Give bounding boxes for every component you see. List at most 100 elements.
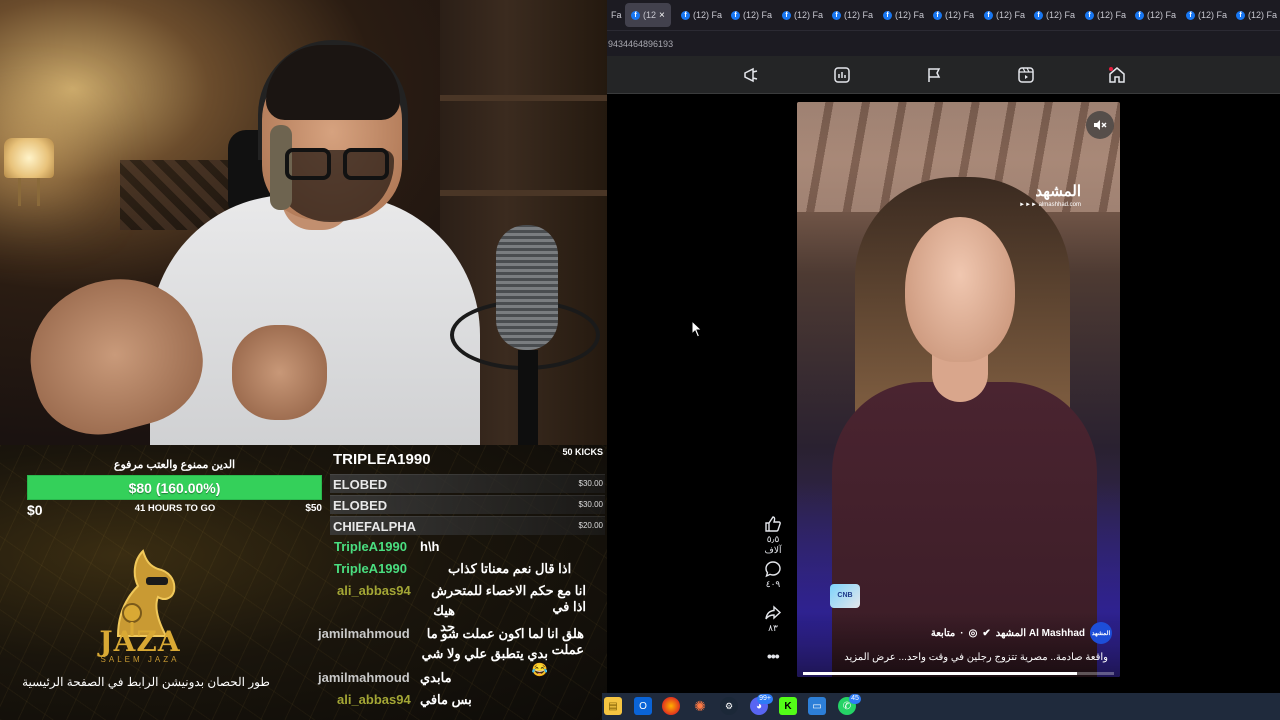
- tab[interactable]: f (12) Fa: [1182, 3, 1227, 27]
- shelf-board: [440, 190, 607, 196]
- tab-label: (12) Fa: [1198, 10, 1228, 20]
- leaderboard-row: ELOBED $30.00: [330, 474, 605, 493]
- chat-text: اذا قال نعم معناتا كذاب: [448, 561, 572, 576]
- facebook-icon: f: [1236, 10, 1245, 20]
- share-action[interactable]: ٨٣: [757, 604, 789, 634]
- outlook-icon[interactable]: O: [634, 697, 652, 715]
- leaderboard-top-donor: TRIPLEA1990 50 KICKS: [330, 445, 605, 473]
- whatsapp-notification-badge: 45: [849, 694, 861, 704]
- reel-bottom-gradient: [797, 612, 1120, 677]
- address-text: 9434464896193: [608, 39, 674, 49]
- megaphone-icon[interactable]: [742, 66, 760, 84]
- almashhad-logo: المشهد: [1035, 183, 1081, 200]
- flag-icon[interactable]: [925, 66, 943, 84]
- browser-window: Fa f (12 × f (12) Fa f (12) Fa f (12) Fa f(…: [607, 0, 1280, 693]
- donation-promo-text: طور الحصان بدونيشن الرابط في الصفحة الرئ…: [22, 675, 270, 689]
- leaderboard-row: CHIEFALPHA $20.00: [330, 516, 605, 535]
- chat-username: ali_abbas94: [337, 583, 411, 598]
- reel-video-player[interactable]: المشهد ►►► almashhad.com CNB المشهد Al M…: [797, 102, 1120, 677]
- page-name[interactable]: Al Mashhad المشهد: [996, 628, 1085, 639]
- donor-amount: $20.00: [578, 521, 603, 530]
- tab[interactable]: f (12) Fa: [828, 3, 873, 27]
- donor-name: CHIEFALPHA: [333, 519, 417, 534]
- tab-label: (12) Fa: [693, 10, 723, 20]
- presenter-face: [905, 217, 1015, 362]
- tab[interactable]: f (12) Fa: [1232, 3, 1277, 27]
- address-bar[interactable]: 9434464896193: [607, 30, 1280, 56]
- tab-bar: Fa f (12 × f (12) Fa f (12) Fa f (12) Fa f(…: [607, 0, 1280, 30]
- chat-username: TripleA1990: [334, 561, 407, 576]
- facebook-icon: f: [1135, 10, 1144, 20]
- donor-name: ELOBED: [333, 498, 388, 513]
- stream-overlay-panel: الدين ممنوع والعتب مرفوع $80 (160.00%) $…: [0, 445, 607, 720]
- kick-icon[interactable]: K: [779, 697, 797, 715]
- chat-username: ali_abbas94: [337, 692, 411, 707]
- donation-goal-bar: $80 (160.00%): [27, 475, 322, 500]
- page-avatar[interactable]: المشهد: [1090, 622, 1112, 644]
- steam-icon[interactable]: ⚙: [720, 697, 738, 715]
- donor-amount: $30.00: [578, 479, 603, 488]
- discord-icon[interactable]: ◕ 99+: [750, 694, 773, 715]
- facebook-icon: f: [1085, 10, 1094, 20]
- tab[interactable]: f (12) Fa: [677, 3, 722, 27]
- tab[interactable]: f (12) Fa: [778, 3, 823, 27]
- comment-action[interactable]: ٤٠٩: [757, 560, 789, 590]
- tab-label: (12) Fa: [1248, 10, 1278, 20]
- chat-username: jamilmahmoud: [318, 626, 410, 641]
- top-donor-name: TRIPLEA1990: [333, 451, 431, 468]
- mouse-cursor-icon: [691, 320, 703, 338]
- reel-caption[interactable]: واقعة صادمة.. مصرية تتزوج رجلين في وقت و…: [808, 652, 1108, 663]
- follow-button[interactable]: متابعة: [931, 628, 955, 639]
- chat-text: مابدي: [420, 670, 452, 685]
- logo-wordmark: JAZA: [99, 625, 181, 658]
- tab-label: (12: [643, 10, 657, 20]
- separator-dot: ·: [960, 627, 964, 639]
- tab[interactable]: f (12) Fa: [727, 3, 772, 27]
- tab[interactable]: f (12) Fa: [1131, 3, 1176, 27]
- shelf-board: [440, 95, 607, 101]
- donation-goal-title: الدين ممنوع والعتب مرفوع: [113, 459, 236, 471]
- top-donor-amount: 50 KICKS: [562, 447, 603, 457]
- comment-icon: [765, 561, 781, 578]
- muted-speaker-icon: [1094, 120, 1107, 130]
- tab[interactable]: f (12) Fa: [929, 3, 974, 27]
- home-icon[interactable]: [1108, 66, 1126, 84]
- almashhad-url: ►►► almashhad.com: [1019, 202, 1081, 208]
- tab-label: (12) Fa: [996, 10, 1026, 20]
- tab[interactable]: Fa: [607, 3, 622, 27]
- facebook-icon: f: [631, 10, 640, 20]
- tab-label: (12) Fa: [1097, 10, 1127, 20]
- tab-label: (12) Fa: [895, 10, 925, 20]
- reels-icon[interactable]: [1017, 66, 1035, 84]
- shares-count: ٨٣: [768, 623, 778, 633]
- tab-label: Fa: [611, 10, 622, 20]
- lamp-stand: [18, 178, 40, 206]
- mic-arm: [518, 350, 538, 445]
- tab[interactable]: f (12) Fa: [980, 3, 1025, 27]
- mute-button[interactable]: [1086, 111, 1114, 139]
- chat-text: h\h: [420, 539, 440, 554]
- tab-active[interactable]: f (12 ×: [625, 3, 671, 27]
- more-options-icon[interactable]: •••: [767, 648, 780, 664]
- video-progress-bar[interactable]: [803, 672, 1114, 675]
- like-action[interactable]: ٥٫٥ آلاف: [757, 515, 789, 556]
- facebook-icon: f: [984, 10, 993, 20]
- tab-label: (12) Fa: [743, 10, 773, 20]
- window-icon[interactable]: ▭: [808, 697, 826, 715]
- sparkle-app-icon[interactable]: ✺: [691, 697, 709, 715]
- dashboard-icon[interactable]: [833, 66, 851, 84]
- streamer-torso: [150, 195, 480, 445]
- tab[interactable]: f (12) Fa: [879, 3, 924, 27]
- desk-lamp: [4, 138, 54, 178]
- facebook-icon: f: [883, 10, 892, 20]
- close-icon[interactable]: ×: [659, 10, 665, 21]
- facebook-icon: f: [933, 10, 942, 20]
- tab[interactable]: f (12) Fa: [1030, 3, 1075, 27]
- firefox-icon[interactable]: [662, 697, 680, 715]
- whatsapp-icon[interactable]: ✆ 45: [838, 694, 861, 715]
- donation-goal-time-left: 41 HOURS TO GO: [134, 503, 216, 514]
- tab[interactable]: f (12) Fa: [1081, 3, 1126, 27]
- file-explorer-icon[interactable]: ▤: [604, 697, 622, 715]
- windows-taskbar: ▤ O ✺ ⚙ ◕ 99+ K ▭ ✆ 45: [602, 693, 1280, 720]
- facebook-icon: f: [1034, 10, 1043, 20]
